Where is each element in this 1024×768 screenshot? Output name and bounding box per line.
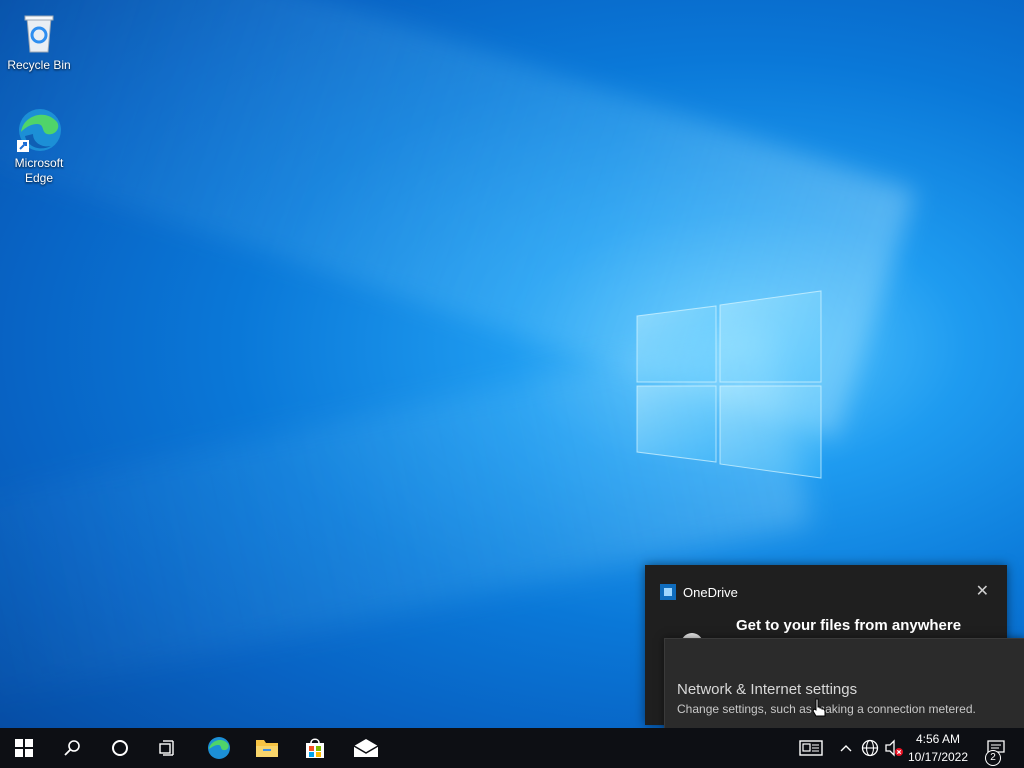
volume-button[interactable]	[883, 728, 905, 768]
cortana-icon	[112, 740, 128, 756]
chevron-up-icon	[840, 745, 852, 752]
cortana-button[interactable]	[96, 728, 144, 768]
task-view-icon	[159, 740, 174, 756]
close-icon[interactable]: ✕	[976, 581, 989, 601]
desktop-icon-label: Recycle Bin	[7, 58, 71, 72]
hand-cursor-icon	[812, 698, 826, 717]
desktop-icon-recycle-bin[interactable]: Recycle Bin	[4, 8, 74, 73]
tooltip-description: Change settings, such as making a connec…	[677, 702, 976, 716]
desktop-icon-label: Microsoft Edge	[14, 156, 64, 185]
folder-icon	[256, 740, 278, 757]
recycle-bin-icon	[15, 8, 63, 56]
search-icon	[64, 740, 80, 756]
speaker-muted-icon	[885, 739, 903, 757]
start-button[interactable]	[0, 728, 48, 768]
mail-icon	[353, 739, 379, 757]
news-icon	[799, 740, 823, 756]
taskbar-microsoft-store[interactable]	[292, 728, 338, 768]
tooltip-title[interactable]: Network & Internet settings	[677, 681, 857, 698]
show-hidden-icons-button[interactable]	[836, 728, 856, 768]
desktop-icon-microsoft-edge[interactable]: Microsoft Edge	[4, 106, 74, 186]
task-view-button[interactable]	[144, 728, 192, 768]
clock-date[interactable]: 10/17/2022	[906, 750, 970, 764]
clock-time[interactable]: 4:56 AM	[906, 732, 970, 746]
network-button[interactable]	[859, 728, 881, 768]
action-center-button[interactable]: 2	[976, 728, 1016, 768]
news-and-interests-button[interactable]	[794, 728, 828, 768]
onedrive-title: OneDrive	[683, 585, 738, 600]
edge-icon	[15, 106, 63, 154]
windows-start-icon	[15, 739, 33, 757]
onedrive-icon	[660, 584, 676, 600]
edge-icon	[208, 737, 230, 759]
network-tooltip: Network & Internet settings Change setti…	[664, 638, 1024, 730]
windows-logo	[636, 290, 822, 479]
onedrive-headline: Get to your files from anywhere	[736, 617, 962, 634]
store-icon	[306, 738, 324, 758]
search-button[interactable]	[48, 728, 96, 768]
globe-icon	[861, 739, 879, 757]
notification-count-badge: 2	[985, 750, 1001, 766]
taskbar-mail[interactable]	[340, 728, 392, 768]
taskbar-file-explorer[interactable]	[244, 728, 290, 768]
taskbar-edge[interactable]	[196, 728, 242, 768]
taskbar: 4:56 AM 10/17/2022 2	[0, 728, 1024, 768]
